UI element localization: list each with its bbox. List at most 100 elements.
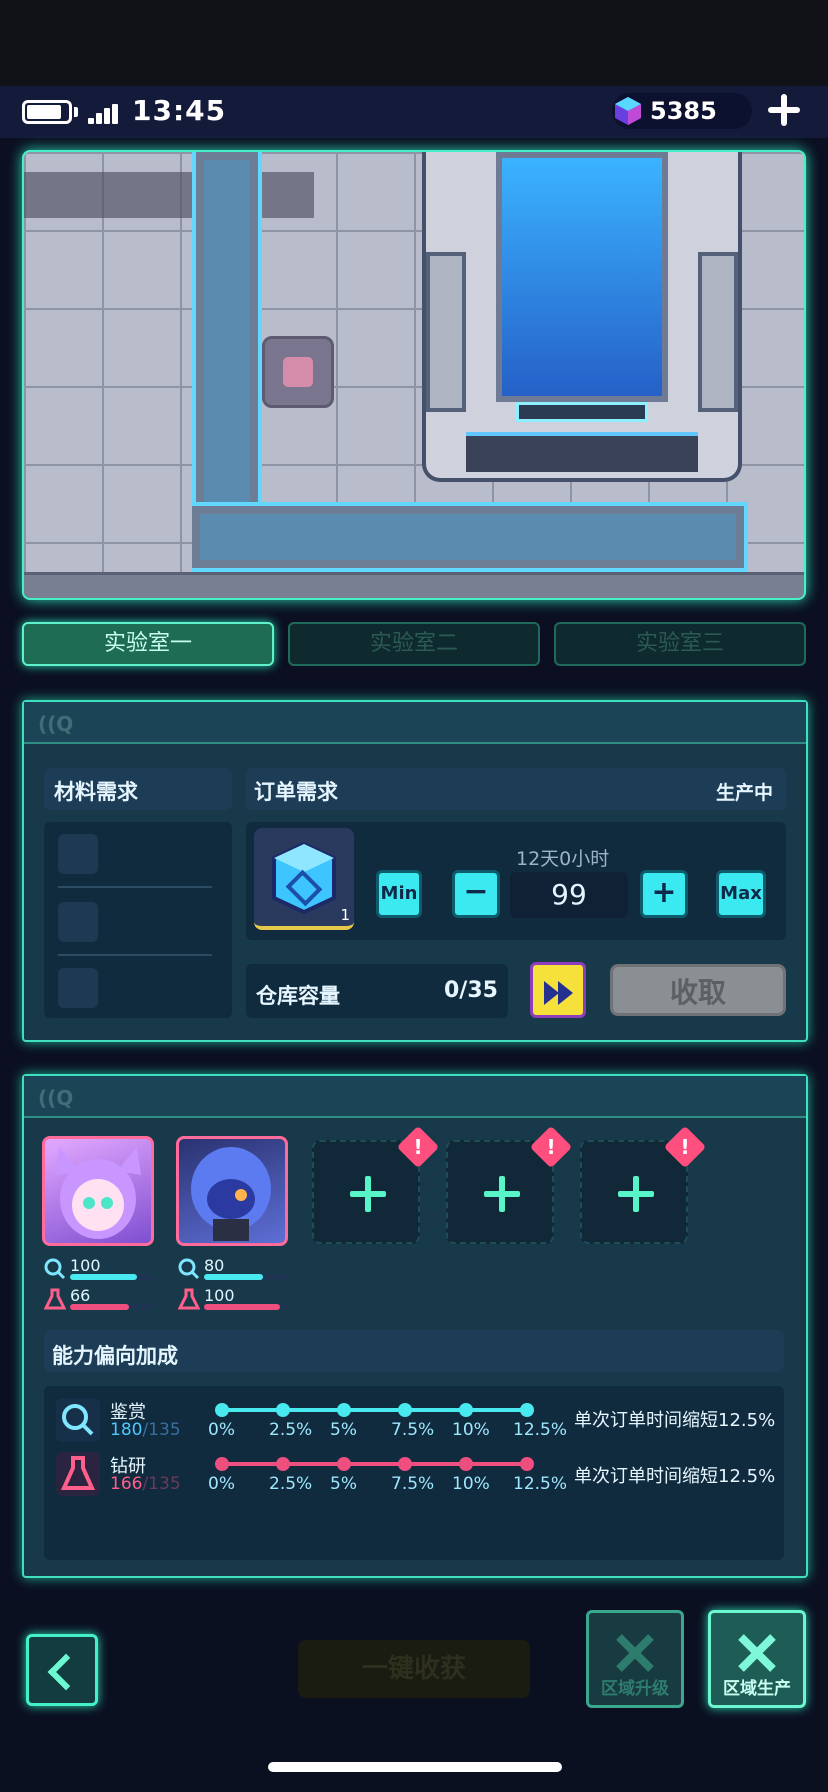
plus-icon bbox=[350, 1176, 386, 1212]
max-button[interactable]: Max bbox=[716, 870, 766, 918]
bonus-tick-label: 2.5% bbox=[269, 1420, 313, 1440]
min-button[interactable]: Min bbox=[376, 870, 422, 918]
bonus-dot bbox=[215, 1403, 229, 1417]
appraise-score: 180/135 bbox=[110, 1420, 181, 1440]
bonus-tick-label: 5% bbox=[330, 1420, 357, 1440]
bonus-dot bbox=[337, 1403, 351, 1417]
panel-logo-icon: ((Q bbox=[38, 712, 74, 736]
bonus-track bbox=[222, 1408, 527, 1412]
plus-icon bbox=[484, 1176, 520, 1212]
machine-base bbox=[466, 432, 698, 472]
bonus-tick-label: 0% bbox=[208, 1420, 235, 1440]
research-bonus-text: 单次订单时间缩短12.5% bbox=[574, 1466, 776, 1487]
appraise-value-1: 100 bbox=[70, 1256, 101, 1275]
panel-logo-icon: ((Q bbox=[38, 1086, 74, 1110]
quantity-field[interactable]: 99 bbox=[510, 872, 628, 918]
bonus-track bbox=[222, 1462, 527, 1466]
crew-avatar-2[interactable] bbox=[176, 1136, 288, 1246]
bonus-dot bbox=[276, 1403, 290, 1417]
appraise-icon bbox=[44, 1258, 66, 1280]
scene-floor bbox=[24, 572, 804, 598]
machine-right-wing bbox=[698, 252, 738, 412]
tab-lab-2[interactable]: 实验室二 bbox=[288, 622, 540, 666]
decrease-button[interactable]: − bbox=[452, 870, 500, 918]
clock: 13:45 bbox=[132, 94, 227, 127]
add-gems-button[interactable] bbox=[764, 90, 804, 130]
conveyor-horizontal bbox=[192, 502, 748, 572]
back-button[interactable] bbox=[26, 1634, 98, 1706]
storage-value: 0/35 bbox=[444, 978, 498, 1003]
bonus-dot bbox=[459, 1457, 473, 1471]
research-ability-icon bbox=[56, 1452, 100, 1496]
bonus-dot bbox=[276, 1457, 290, 1471]
bonus-dot bbox=[398, 1403, 412, 1417]
tab-lab-3[interactable]: 实验室三 bbox=[554, 622, 806, 666]
bonus-tick-label: 2.5% bbox=[269, 1474, 313, 1494]
gem-count: 5385 bbox=[650, 97, 717, 125]
crew-portrait bbox=[55, 1147, 141, 1239]
appraise-icon bbox=[178, 1258, 200, 1280]
lab-machine[interactable] bbox=[422, 152, 742, 482]
crew-portrait bbox=[191, 1147, 271, 1241]
order-title: 订单需求 bbox=[254, 780, 338, 804]
bonus-tick-label: 5% bbox=[330, 1474, 357, 1494]
bonus-title: 能力偏向加成 bbox=[52, 1344, 178, 1368]
scene-shadow bbox=[24, 172, 314, 218]
order-item-card[interactable]: 1 bbox=[254, 828, 354, 930]
collect-button[interactable]: 收取 bbox=[610, 964, 786, 1016]
research-bar-1 bbox=[70, 1304, 154, 1310]
research-icon bbox=[44, 1288, 66, 1310]
chip-tile[interactable] bbox=[262, 336, 334, 408]
home-indicator[interactable] bbox=[268, 1762, 562, 1772]
zone-upgrade-button[interactable]: 区域升级 bbox=[586, 1610, 684, 1708]
zone-produce-label: 区域生产 bbox=[723, 1679, 791, 1699]
battery-tip bbox=[74, 107, 78, 117]
bonus-tick-label: 12.5% bbox=[513, 1420, 568, 1440]
machine-core bbox=[496, 152, 668, 402]
top-band bbox=[0, 0, 828, 86]
divider bbox=[58, 954, 212, 956]
appraise-ability-icon bbox=[56, 1398, 100, 1442]
machine-panel bbox=[516, 402, 648, 422]
research-bar-2 bbox=[204, 1304, 288, 1310]
bonus-tick-label: 0% bbox=[208, 1474, 235, 1494]
appraise-bonus-text: 单次订单时间缩短12.5% bbox=[574, 1410, 776, 1431]
fast-forward-button[interactable] bbox=[530, 962, 586, 1018]
zone-upgrade-label: 区域升级 bbox=[601, 1679, 669, 1699]
alert-badge: ! bbox=[529, 1125, 573, 1169]
increase-button[interactable]: + bbox=[640, 870, 688, 918]
machine-left-wing bbox=[426, 252, 466, 412]
research-score: 166/135 bbox=[110, 1474, 181, 1494]
bonus-tick-label: 10% bbox=[452, 1474, 490, 1494]
order-duration: 12天0小时 bbox=[516, 848, 610, 870]
battery-icon bbox=[22, 100, 72, 124]
bonus-tick-label: 10% bbox=[452, 1420, 490, 1440]
material-slot-1[interactable] bbox=[58, 834, 98, 874]
bonus-dot bbox=[459, 1403, 473, 1417]
bonus-dot bbox=[337, 1457, 351, 1471]
tab-lab-1[interactable]: 实验室一 bbox=[22, 622, 274, 666]
storage-label: 仓库容量 bbox=[256, 984, 340, 1008]
bonus-dot bbox=[215, 1457, 229, 1471]
cube-item-icon bbox=[272, 841, 336, 915]
appraise-bar-2 bbox=[204, 1274, 288, 1280]
appraise-value-2: 80 bbox=[204, 1256, 225, 1275]
alert-badge: ! bbox=[663, 1125, 707, 1169]
bonus-tick-label: 12.5% bbox=[513, 1474, 568, 1494]
bonus-tick-label: 7.5% bbox=[391, 1420, 435, 1440]
materials-title: 材料需求 bbox=[54, 780, 138, 804]
gem-icon bbox=[615, 97, 641, 125]
zone-produce-button[interactable]: 区域生产 bbox=[708, 1610, 806, 1708]
crew-avatar-1[interactable] bbox=[42, 1136, 154, 1246]
research-value-2: 100 bbox=[204, 1286, 235, 1305]
research-value-1: 66 bbox=[70, 1286, 91, 1305]
lab-scene[interactable] bbox=[22, 150, 806, 600]
divider bbox=[58, 886, 212, 888]
material-slot-2[interactable] bbox=[58, 902, 98, 942]
panel-header bbox=[24, 1076, 806, 1118]
harvest-all-button[interactable]: 一键收获 bbox=[298, 1640, 530, 1698]
material-slot-3[interactable] bbox=[58, 968, 98, 1008]
appraise-bar-1 bbox=[70, 1274, 154, 1280]
research-icon bbox=[178, 1288, 200, 1310]
bonus-dot bbox=[520, 1403, 534, 1417]
